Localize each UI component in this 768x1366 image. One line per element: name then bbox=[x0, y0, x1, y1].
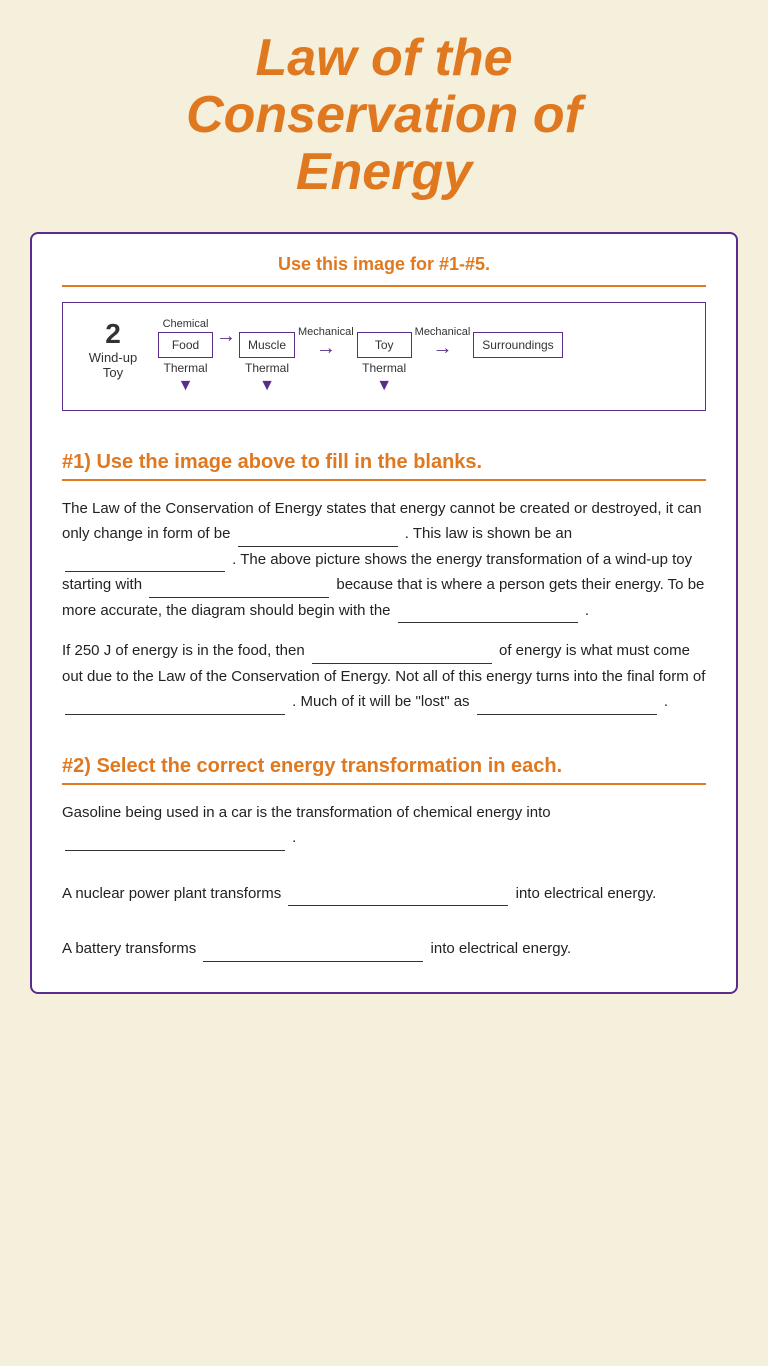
page-title: Law of the Conservation of Energy bbox=[80, 30, 688, 202]
surroundings-node: x Surroundings bbox=[473, 318, 562, 358]
diagram-flow: Chemical Food Thermal ▼ → x Muscle Therm… bbox=[158, 318, 690, 395]
q1-divider bbox=[62, 479, 706, 481]
question2-heading: #2) Select the correct energy transforma… bbox=[62, 755, 706, 778]
diagram-instruction: Use this image for #1-#5. bbox=[62, 254, 706, 275]
toy-box: Toy bbox=[357, 332, 412, 358]
food-box: Food bbox=[158, 332, 213, 358]
q2-item3: A battery transforms into electrical ene… bbox=[62, 936, 706, 962]
food-down-arrow: ▼ bbox=[178, 377, 194, 395]
food-node: Chemical Food Thermal ▼ bbox=[158, 318, 213, 395]
blank-2[interactable] bbox=[65, 571, 225, 572]
question1-heading: #1) Use the image above to fill in the b… bbox=[62, 451, 706, 474]
blank-7[interactable] bbox=[477, 714, 657, 715]
diagram-number: 2 bbox=[78, 318, 148, 350]
content-box: Use this image for #1-#5. 2 Wind-upToy C… bbox=[30, 232, 738, 994]
blank-8[interactable] bbox=[65, 850, 285, 851]
muscle-down-arrow: ▼ bbox=[259, 377, 275, 395]
q2-divider bbox=[62, 783, 706, 785]
blank-10[interactable] bbox=[203, 961, 423, 962]
muscle-node: x Muscle Thermal ▼ bbox=[239, 318, 295, 395]
food-thermal-label: Thermal bbox=[163, 361, 207, 375]
blank-3[interactable] bbox=[149, 597, 329, 598]
energy-diagram: 2 Wind-upToy Chemical Food Thermal ▼ → x bbox=[62, 302, 706, 411]
toy-down-arrow: ▼ bbox=[376, 377, 392, 395]
arrow-3-label: Mechanical bbox=[415, 326, 471, 338]
arrow-1: → bbox=[213, 326, 239, 346]
q1-paragraph1: The Law of the Conservation of Energy st… bbox=[62, 496, 706, 624]
muscle-box: Muscle bbox=[239, 332, 295, 358]
q2-item1: Gasoline being used in a car is the tran… bbox=[62, 800, 706, 851]
blank-9[interactable] bbox=[288, 905, 508, 906]
q1-paragraph2: If 250 J of energy is in the food, then … bbox=[62, 638, 706, 715]
q2-item2: A nuclear power plant transforms into el… bbox=[62, 881, 706, 907]
arrow-3: Mechanical → bbox=[412, 326, 474, 358]
question1-section: #1) Use the image above to fill in the b… bbox=[62, 451, 706, 715]
question2-section: #2) Select the correct energy transforma… bbox=[62, 755, 706, 962]
diagram-label: 2 Wind-upToy bbox=[78, 318, 158, 381]
blank-5[interactable] bbox=[312, 663, 492, 664]
toy-node: x Toy Thermal ▼ bbox=[357, 318, 412, 395]
arrow-2-label: Mechanical bbox=[298, 326, 354, 338]
divider-1 bbox=[62, 285, 706, 287]
blank-6[interactable] bbox=[65, 714, 285, 715]
surroundings-box: Surroundings bbox=[473, 332, 562, 358]
arrow-2: Mechanical → bbox=[295, 326, 357, 358]
diagram-desc: Wind-upToy bbox=[78, 350, 148, 381]
muscle-thermal-label: Thermal bbox=[245, 361, 289, 375]
food-label-top: Chemical bbox=[163, 318, 209, 330]
toy-thermal-label: Thermal bbox=[362, 361, 406, 375]
blank-4[interactable] bbox=[398, 622, 578, 623]
blank-1[interactable] bbox=[238, 546, 398, 547]
header: Law of the Conservation of Energy bbox=[0, 0, 768, 222]
